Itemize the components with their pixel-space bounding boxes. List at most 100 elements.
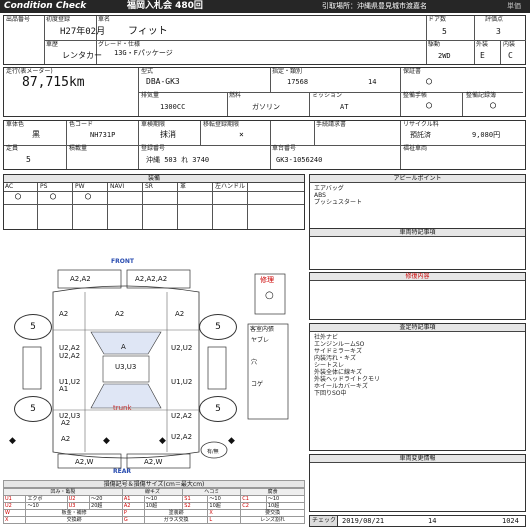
plate-label: 登録番号	[141, 145, 166, 152]
color-label: 車体色	[6, 121, 25, 128]
legend-cell: ～10	[143, 495, 184, 503]
legend-cell: P	[121, 509, 145, 517]
doors-label: ドア数	[428, 16, 447, 23]
check-label-box: チェック	[310, 516, 338, 526]
notes-block: 車両特記事項	[309, 228, 526, 270]
recycle-tag: 預託済	[410, 131, 431, 139]
drive-value: 2WD	[438, 52, 451, 60]
repair-label: 修理	[260, 276, 274, 284]
plate-value: 沖縄 503 れ 3740	[146, 156, 210, 164]
part-fender-left: A2	[59, 310, 69, 318]
legend-cell: G	[121, 516, 145, 524]
first-reg-value: H27年02月	[60, 27, 106, 37]
tire-rear-right: 5	[199, 396, 237, 422]
part-rear-door-left-2: A1	[59, 385, 69, 393]
appeal-title: アピールポイント	[310, 175, 525, 183]
manual-value: ○	[426, 100, 433, 111]
cabin-burn: コゲ	[251, 381, 264, 388]
disp-label: 排気量	[141, 92, 160, 99]
history-label: 車歴	[46, 41, 59, 48]
mileage-label: 走行(表メーター)	[6, 68, 53, 75]
color-value: 黒	[32, 130, 40, 139]
legend-cell: 10超	[143, 502, 184, 510]
part-hood: A2	[115, 310, 125, 318]
chassis-label: 車台番号	[272, 145, 297, 152]
part-roof: U3,U3	[115, 363, 137, 371]
transfer-value: ×	[239, 130, 244, 139]
legend-cell: U1	[2, 495, 27, 503]
inspector-line: 外装全体に線キズ	[314, 369, 363, 376]
part-front-bumper-left: A2,A2	[70, 275, 91, 283]
record-label: 整備記録簿	[466, 92, 497, 99]
record-value: ○	[490, 100, 497, 111]
history-title: 車両変更情報	[310, 455, 525, 463]
legend-cell: 塗装跡	[143, 509, 209, 517]
legend-cell: ～10	[207, 495, 242, 503]
inspection-value: 抹消	[160, 130, 176, 139]
part-front-door-right: U2,U2	[171, 344, 193, 352]
equip-ps-mark: ○	[50, 191, 57, 202]
legend-cell: X	[2, 516, 27, 524]
part-rear-bumper-left: A2,W	[75, 458, 94, 466]
disp-value: 1300CC	[160, 103, 186, 111]
part-rear-quarter-right: U2,A2	[171, 412, 193, 420]
equip-leather-label: 革	[180, 183, 187, 190]
repair-title: 修復内容	[310, 273, 525, 281]
ext-label: 外装	[476, 41, 489, 48]
legend-cell: W	[2, 509, 27, 517]
drive-label: 駆動	[428, 41, 441, 48]
inspector-line: 社外ナビ	[314, 334, 339, 341]
grade-label: グレード・仕様	[98, 41, 141, 48]
tire-front-left: 5	[14, 314, 52, 340]
int-label: 内装	[503, 41, 516, 48]
part-rear-quarter-left-2: A2	[61, 419, 71, 427]
mission-value: AT	[340, 103, 349, 111]
legend-cell: 要交換	[240, 509, 305, 517]
transfer-label: 移転登録期限	[203, 121, 240, 128]
inspector-line: サイドミラーキズ	[314, 348, 363, 355]
legend-scratch-head: 線キズ	[121, 488, 184, 496]
part-front-door-left: U2,A2	[59, 344, 81, 352]
legend-dent-head: 凹み・亀裂	[3, 488, 123, 496]
legend-cell: X	[207, 509, 242, 517]
legend-cell: U2	[66, 495, 91, 503]
inspector-line: 内装汚れ・キズ	[314, 355, 357, 362]
legend-cell: U2	[2, 502, 27, 510]
capacity-value: 5	[26, 155, 31, 164]
part-rear-door-right: U1,U2	[171, 378, 193, 386]
part-front-bumper-right: A2,A2,A2	[135, 275, 168, 283]
appeal-block: アピールポイント エアバッグ ABS プッシュスタート	[309, 174, 526, 230]
trunk-label: trunk	[113, 404, 132, 412]
chassis-value: GK3-1056240	[276, 156, 323, 164]
inspection-label: 車検期限	[141, 121, 166, 128]
check-date: 2019/08/21	[342, 517, 385, 525]
legend-cell: U3	[66, 502, 91, 510]
capacity-label: 定員	[6, 145, 19, 152]
legend-cell: A1	[121, 495, 145, 503]
history-value: レンタカー	[62, 51, 102, 60]
ext-value: E	[480, 51, 485, 60]
appeal-line: エアバッグ	[314, 185, 344, 192]
equipment-block: 装備	[3, 174, 305, 230]
check-label: 有/無	[207, 449, 219, 455]
warranty-label: 保証書	[403, 68, 422, 75]
repair-block: 修復内容	[309, 272, 526, 320]
inspector-line: 外装ヘッドライトクモリ	[314, 376, 381, 383]
first-reg-label: 初度登録	[46, 16, 71, 23]
legend-cell: ～20	[89, 495, 123, 503]
brand-title: Condition Check	[4, 1, 87, 11]
name-label: 車名	[98, 16, 111, 23]
unit-price-label: 単価	[507, 2, 521, 10]
legend-cell: 交換跡	[25, 516, 123, 524]
part-rear-left: A2	[61, 435, 71, 443]
code-label: 色コード	[69, 121, 94, 128]
inspector-title: 査定特記事項	[310, 324, 525, 332]
code-value: NH731P	[90, 131, 116, 139]
legend-cell: C1	[240, 495, 267, 503]
name-value: フィット	[128, 26, 168, 37]
model-value: DBA-GK3	[146, 77, 180, 86]
appeal-line: ABS	[314, 192, 326, 199]
legend-cell: 板金・補修	[25, 509, 123, 517]
equip-ac-mark: ○	[15, 191, 22, 202]
welfare-label: 福祉車両	[403, 145, 428, 152]
